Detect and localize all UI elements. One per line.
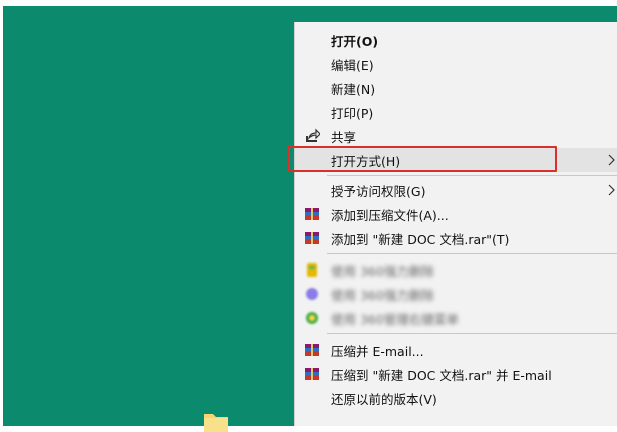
menu-item-zip-email[interactable]: 压缩并 E-mail... bbox=[295, 338, 617, 362]
menu-item-label: 授予访问权限(G) bbox=[331, 183, 426, 199]
menu-item-label: 打开(O) bbox=[331, 33, 379, 49]
menu-item-add-rar[interactable]: 添加到 "新建 DOC 文档.rar"(T) bbox=[295, 226, 617, 250]
menu-item-open[interactable]: 打开(O) bbox=[295, 28, 617, 52]
winrar-icon bbox=[305, 208, 319, 220]
menu-separator bbox=[327, 333, 617, 334]
menu-item-label: 压缩到 "新建 DOC 文档.rar" 并 E-mail bbox=[331, 367, 552, 383]
menu-item-label: 还原以前的版本(V) bbox=[331, 391, 437, 407]
menu-item-label: 添加到 "新建 DOC 文档.rar"(T) bbox=[331, 231, 510, 247]
menu-item-share[interactable]: 共享 bbox=[295, 124, 617, 148]
highlight-annotation bbox=[287, 146, 557, 172]
menu-item-360-3[interactable]: 使用 360管理右键菜单 bbox=[295, 306, 617, 330]
winrar-icon bbox=[305, 232, 319, 244]
chevron-right-icon bbox=[608, 154, 615, 166]
menu-item-label: 编辑(E) bbox=[331, 57, 374, 73]
menu-item-new[interactable]: 新建(N) bbox=[295, 76, 617, 100]
menu-item-label: 使用 360管理右键菜单 bbox=[331, 311, 459, 327]
menu-item-label: 打印(P) bbox=[331, 105, 374, 121]
menu-item-add-archive[interactable]: 添加到压缩文件(A)... bbox=[295, 202, 617, 226]
winrar-icon bbox=[305, 344, 319, 356]
menu-item-grant-access[interactable]: 授予访问权限(G) bbox=[295, 178, 617, 202]
menu-item-360-2[interactable]: 使用 360强力删除 bbox=[295, 282, 617, 306]
menu-item-label: 添加到压缩文件(A)... bbox=[331, 207, 449, 223]
menu-item-360-1[interactable]: 使用 360强力删除 bbox=[295, 258, 617, 282]
menu-item-zip-rar-email[interactable]: 压缩到 "新建 DOC 文档.rar" 并 E-mail bbox=[295, 362, 617, 386]
chevron-right-icon bbox=[608, 184, 615, 196]
menu-item-label: 压缩并 E-mail... bbox=[331, 343, 424, 359]
menu-separator bbox=[327, 253, 617, 254]
menu-item-label: 打开方式(H) bbox=[331, 153, 401, 169]
menu-separator bbox=[327, 175, 617, 176]
winrar-icon bbox=[305, 368, 319, 380]
menu-item-label: 新建(N) bbox=[331, 81, 376, 97]
menu-item-label: 共享 bbox=[331, 129, 357, 145]
context-menu: 打开(O) 编辑(E) 新建(N) 打印(P) 共享 打开方式(H) 授予访问权… bbox=[287, 22, 617, 426]
menu-item-label: 使用 360强力删除 bbox=[331, 287, 434, 303]
menu-item-open-with[interactable]: 打开方式(H) bbox=[287, 146, 617, 172]
menu-item-print[interactable]: 打印(P) bbox=[295, 100, 617, 124]
share-icon bbox=[306, 128, 320, 142]
app-icon bbox=[306, 312, 318, 324]
menu-item-label: 使用 360强力删除 bbox=[331, 263, 434, 279]
menu-item-restore[interactable]: 还原以前的版本(V) bbox=[295, 386, 617, 410]
app-icon bbox=[306, 288, 318, 300]
folder-icon[interactable] bbox=[203, 410, 229, 432]
menu-item-edit[interactable]: 编辑(E) bbox=[295, 52, 617, 76]
app-icon bbox=[307, 263, 317, 277]
